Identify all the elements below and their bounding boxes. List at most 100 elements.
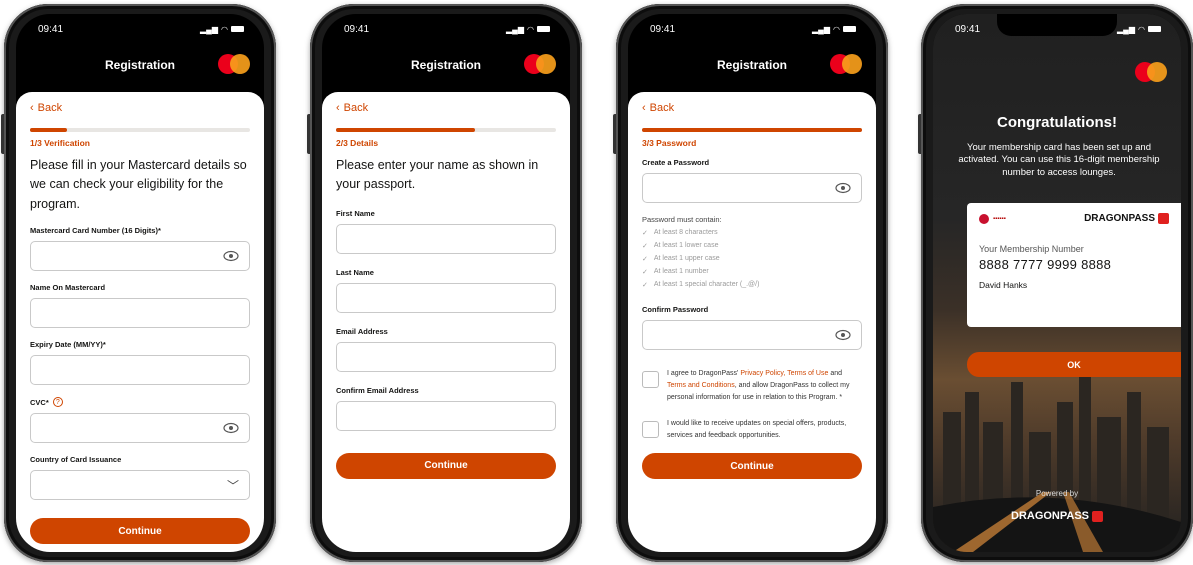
first-name-input[interactable] xyxy=(336,223,556,254)
country-select[interactable]: ﹀ xyxy=(30,470,250,501)
phone-verification: 09:41 ▂▄▆ ◠ Registration ‹ Back 1/3 Veri… xyxy=(1,4,276,562)
eye-icon[interactable] xyxy=(835,329,851,341)
back-button[interactable]: ‹ Back xyxy=(336,102,556,114)
dragonpass-mark-icon xyxy=(1158,213,1169,224)
expiry-date-input[interactable] xyxy=(30,355,250,386)
requirement-item: ✓ At least 1 upper case xyxy=(642,255,720,263)
terms-checkbox[interactable] xyxy=(642,371,659,388)
progress-bar xyxy=(336,128,556,132)
screen: 09:41 ▂▄▆ ◠ Registration ‹ Back 3/3 Pass… xyxy=(628,14,876,552)
back-button[interactable]: ‹ Back xyxy=(30,102,250,114)
battery-icon xyxy=(843,26,856,32)
screen: 09:41 ▂▄▆ ◠ Registration ‹ Back 1/3 Veri… xyxy=(16,14,264,552)
last-name-input[interactable] xyxy=(336,282,556,313)
requirement-item: ✓ At least 1 lower case xyxy=(642,242,719,250)
wifi-icon: ◠ xyxy=(1138,24,1145,34)
phone-details: 09:41 ▂▄▆ ◠ Registration ‹ Back 2/3 Deta… xyxy=(307,4,582,562)
wifi-icon: ◠ xyxy=(527,24,534,34)
eye-icon[interactable] xyxy=(223,250,239,262)
status-bar: 09:41 ▂▄▆ ◠ xyxy=(344,22,550,36)
member-name: David Hanks xyxy=(979,280,1028,290)
app-bar: Registration xyxy=(628,54,876,82)
check-icon: ✓ xyxy=(642,282,648,289)
eye-icon[interactable] xyxy=(223,422,239,434)
progress-fill xyxy=(30,128,68,132)
page-title: Registration xyxy=(716,58,787,72)
membership-card: ▪▪▪▪▪▪ DRAGONPASS Your Membership Number… xyxy=(967,203,1181,327)
wifi-icon: ◠ xyxy=(833,24,840,34)
status-bar: 09:41 ▂▄▆ ◠ xyxy=(650,22,856,36)
wifi-icon: ◠ xyxy=(221,24,228,34)
name-on-card-input[interactable] xyxy=(30,298,250,329)
mastercard-logo xyxy=(524,54,556,74)
back-button[interactable]: ‹ Back xyxy=(642,102,862,114)
dragonpass-mark-icon xyxy=(1092,510,1104,522)
privacy-policy-link[interactable]: Privacy Policy, Terms of Use xyxy=(740,370,828,377)
create-password-input[interactable] xyxy=(642,173,862,203)
page-title: Registration xyxy=(410,58,481,72)
marketing-text: I would like to receive updates on speci… xyxy=(667,419,847,439)
first-name-label: First Name xyxy=(336,208,375,218)
progress-fill xyxy=(642,128,862,132)
app-bar: Registration xyxy=(16,54,264,82)
eye-icon[interactable] xyxy=(835,182,851,194)
phone-password: 09:41 ▂▄▆ ◠ Registration ‹ Back 3/3 Pass… xyxy=(613,4,888,562)
marketing-consent: I would like to receive updates on speci… xyxy=(642,418,862,442)
status-bar: 09:41 ▂▄▆ ◠ xyxy=(38,22,244,36)
congrats-message: Your membership card has been set up and… xyxy=(958,142,1160,178)
signal-icon: ▂▄▆ xyxy=(506,24,525,34)
status-time: 09:41 xyxy=(344,23,370,35)
email-input[interactable] xyxy=(336,341,556,372)
requirement-item: ✓ At least 1 number xyxy=(642,268,709,276)
cvc-label: CVC* xyxy=(30,397,49,407)
check-icon: ✓ xyxy=(642,230,648,237)
step-label: 1/3 Verification xyxy=(30,138,90,148)
card-number-input[interactable] xyxy=(30,241,250,272)
requirement-item: ✓ At least 8 characters xyxy=(642,229,718,237)
last-name-label: Last Name xyxy=(336,267,374,277)
powered-by-label: Powered by xyxy=(1035,489,1079,498)
signal-icon: ▂▄▆ xyxy=(1117,24,1136,34)
progress-fill xyxy=(336,128,475,132)
mastercard-logo xyxy=(1135,62,1167,82)
signal-icon: ▂▄▆ xyxy=(200,24,219,34)
intro-text: Please enter your name as shown in your … xyxy=(336,158,539,192)
form-panel: ‹ Back 3/3 Password Create a Password Pa… xyxy=(628,92,876,552)
marketing-checkbox[interactable] xyxy=(642,420,659,438)
continue-button[interactable]: Continue xyxy=(336,452,556,479)
expiry-date-label: Expiry Date (MM/YY)* xyxy=(30,340,106,350)
progress-bar xyxy=(30,128,250,132)
battery-icon xyxy=(537,26,550,32)
status-time: 09:41 xyxy=(955,23,981,35)
continue-button[interactable]: Continue xyxy=(642,453,862,480)
phone-congratulations: 09:41 ▂▄▆ ◠ Congratulations! Your member… xyxy=(918,4,1193,562)
ok-button[interactable]: OK xyxy=(967,352,1181,377)
chevron-left-icon: ‹ xyxy=(336,102,340,114)
name-on-card-label: Name On Mastercard xyxy=(30,283,106,293)
confirm-email-input[interactable] xyxy=(336,400,556,431)
terms-consent: I agree to DragonPass' Privacy Policy, T… xyxy=(642,368,862,404)
status-time: 09:41 xyxy=(38,23,64,35)
screen: 09:41 ▂▄▆ ◠ Congratulations! Your member… xyxy=(933,14,1181,552)
app-bar: Registration xyxy=(322,54,570,82)
membership-number-label: Your Membership Number xyxy=(979,244,1084,254)
cvc-input[interactable] xyxy=(30,413,250,444)
check-icon: ✓ xyxy=(642,256,648,263)
confirm-password-input[interactable] xyxy=(642,320,862,350)
terms-conditions-link[interactable]: Terms and Conditions xyxy=(667,382,735,389)
mastercard-logo xyxy=(218,54,250,74)
help-icon[interactable]: ? xyxy=(52,397,63,408)
membership-number: 8888 7777 9999 8888 xyxy=(979,257,1112,272)
status-time: 09:41 xyxy=(650,23,676,35)
back-label: Back xyxy=(649,102,675,114)
chevron-left-icon: ‹ xyxy=(642,102,646,114)
partner-logo: ▪▪▪▪▪▪ xyxy=(979,213,1006,224)
dragonpass-logo: DRAGONPASS xyxy=(1084,213,1169,224)
back-label: Back xyxy=(37,102,63,114)
signal-icon: ▂▄▆ xyxy=(812,24,831,34)
dragonpass-footer-logo: DRAGONPASS xyxy=(933,510,1181,522)
back-label: Back xyxy=(343,102,369,114)
continue-button[interactable]: Continue xyxy=(30,518,250,545)
confirm-password-label: Confirm Password xyxy=(642,305,709,314)
email-label: Email Address xyxy=(336,326,388,336)
